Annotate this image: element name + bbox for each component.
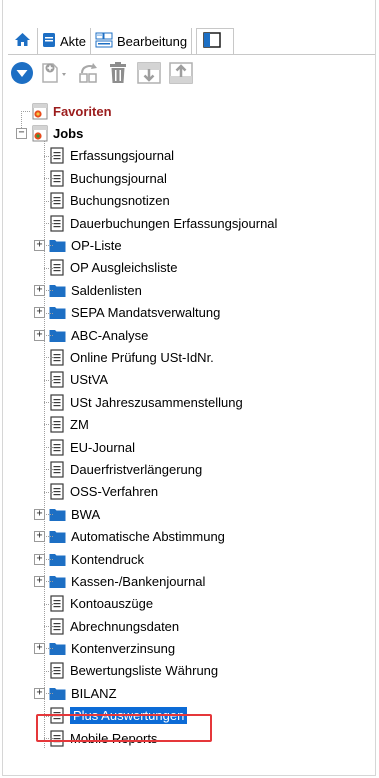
job-tree-children: Erfassungsjournal Buchungsjournal Buchungs… <box>16 145 371 750</box>
tab-bearbeitung-label: Bearbeitung <box>117 33 188 49</box>
edit-list-icon <box>95 32 113 51</box>
tree-node-label: Favoriten <box>53 103 112 119</box>
tree-item-erfassungsjournal[interactable]: Erfassungsjournal <box>16 145 371 167</box>
tree-item-abc-analyse[interactable]: + ABC-Analyse <box>16 324 371 346</box>
jobs-icon <box>31 125 48 142</box>
tree-item-label: Dauerbuchungen Erfassungsjournal <box>70 215 278 231</box>
tree-item-label: Buchungsjournal <box>70 170 167 186</box>
move-down-button[interactable] <box>136 61 162 87</box>
move-down-icon <box>136 61 162 88</box>
tree-item-label: Kassen-/Bankenjournal <box>71 573 206 589</box>
delete-icon <box>106 61 130 88</box>
tree-item-op-liste[interactable]: + OP-Liste <box>16 234 371 256</box>
tree-item-kassen-bankenjournal[interactable]: + Kassen-/Bankenjournal <box>16 570 371 592</box>
dropdown-menu-icon <box>10 61 34 88</box>
tree-item-bilanz[interactable]: + BILANZ <box>16 682 371 704</box>
tree-item-label: Kontoauszüge <box>70 596 154 612</box>
tree-item-oss-verfahren[interactable]: OSS-Verfahren <box>16 481 371 503</box>
tree-node-label: Jobs <box>53 126 84 142</box>
tree-item-kontoauszüge[interactable]: Kontoauszüge <box>16 593 371 615</box>
tree-item-kontendruck[interactable]: + Kontendruck <box>16 548 371 570</box>
file-icon <box>42 32 56 51</box>
tree-item-buchungsjournal[interactable]: Buchungsjournal <box>16 167 371 189</box>
tree-item-eu-journal[interactable]: EU-Journal <box>16 436 371 458</box>
tree-item-label: Kontendruck <box>71 551 144 567</box>
tree-item-label: Dauerfristverlängerung <box>70 461 203 477</box>
move-icon <box>76 61 100 88</box>
tab-divider <box>8 54 375 55</box>
add-button[interactable] <box>40 61 70 87</box>
tree-item-ust-jahreszusammenstellung[interactable]: USt Jahreszusammenstellung <box>16 391 371 413</box>
favorites-icon <box>31 103 48 120</box>
tree-item-label: OSS-Verfahren <box>70 484 159 500</box>
tree-item-sepa-mandatsverwaltung[interactable]: + SEPA Mandatsverwaltung <box>16 302 371 324</box>
tree-item-ustva[interactable]: UStVA <box>16 369 371 391</box>
tree-item-label: USt Jahreszusammenstellung <box>70 394 243 410</box>
tree-item-label: Bewertungsliste Währung <box>70 663 219 679</box>
tree-item-zm[interactable]: ZM <box>16 413 371 435</box>
toolbar <box>10 61 200 87</box>
tree-item-label: BILANZ <box>71 685 117 701</box>
move-button[interactable] <box>76 61 100 87</box>
job-tree: Favoriten − Jobs Erfassungsjournal Buchun… <box>16 100 371 749</box>
tree-item-label: Automatische Abstimmung <box>71 529 225 545</box>
tree-item-label: OP Ausgleichsliste <box>70 260 178 276</box>
tree-item-dauerfristverlängerung[interactable]: Dauerfristverlängerung <box>16 458 371 480</box>
tree-item-bewertungsliste-währung[interactable]: Bewertungsliste Währung <box>16 660 371 682</box>
tree-item-bwa[interactable]: + BWA <box>16 503 371 525</box>
move-up-icon <box>168 61 194 88</box>
tree-item-automatische-abstimmung[interactable]: + Automatische Abstimmung <box>16 525 371 547</box>
tree-item-label: BWA <box>71 506 101 522</box>
tree-node-favoriten[interactable]: Favoriten <box>16 100 371 122</box>
tree-item-label: EU-Journal <box>70 439 136 455</box>
tree-item-label: SEPA Mandatsverwaltung <box>71 305 221 321</box>
tree-item-kontenverzinsung[interactable]: + Kontenverzinsung <box>16 637 371 659</box>
tree-item-online-prüfung-ust-idnr[interactable]: Online Prüfung USt-IdNr. <box>16 346 371 368</box>
annotation-highlight-box <box>36 714 212 742</box>
tab-bearbeitung[interactable]: Bearbeitung <box>91 28 193 54</box>
tab-panel[interactable] <box>196 27 235 55</box>
dropdown-menu-button[interactable] <box>10 61 34 87</box>
tree-item-label: Saldenlisten <box>71 282 142 298</box>
collapse-toggle[interactable]: − <box>16 128 27 140</box>
delete-button[interactable] <box>106 61 130 87</box>
tab-akte[interactable]: Akte <box>38 28 92 54</box>
tree-item-op-ausgleichsliste[interactable]: OP Ausgleichsliste <box>16 257 371 279</box>
move-up-button[interactable] <box>168 61 194 87</box>
tree-item-label: Kontenverzinsung <box>71 641 176 657</box>
tree-item-label: ZM <box>70 417 89 433</box>
tree-node-jobs[interactable]: − Jobs <box>16 122 371 144</box>
panel-icon <box>203 32 221 51</box>
tab-akte-label: Akte <box>60 33 87 49</box>
tree-item-label: Erfassungsjournal <box>70 148 175 164</box>
tree-item-label: Online Prüfung USt-IdNr. <box>70 349 214 365</box>
tree-item-label: ABC-Analyse <box>71 327 149 343</box>
home-icon <box>14 32 31 50</box>
tree-item-label: UStVA <box>70 372 109 388</box>
tab-strip: Akte Bearbeitung <box>10 27 235 55</box>
tree-item-saldenlisten[interactable]: + Saldenlisten <box>16 279 371 301</box>
tree-item-label: OP-Liste <box>71 238 122 254</box>
tab-home[interactable] <box>10 28 38 54</box>
tree-item-buchungsnotizen[interactable]: Buchungsnotizen <box>16 190 371 212</box>
tree-item-dauerbuchungen-erfassungsjournal[interactable]: Dauerbuchungen Erfassungsjournal <box>16 212 371 234</box>
tree-item-label: Abrechnungsdaten <box>70 618 180 634</box>
add-icon <box>40 61 70 88</box>
tree-item-label: Buchungsnotizen <box>70 193 170 209</box>
tree-item-abrechnungsdaten[interactable]: Abrechnungsdaten <box>16 615 371 637</box>
